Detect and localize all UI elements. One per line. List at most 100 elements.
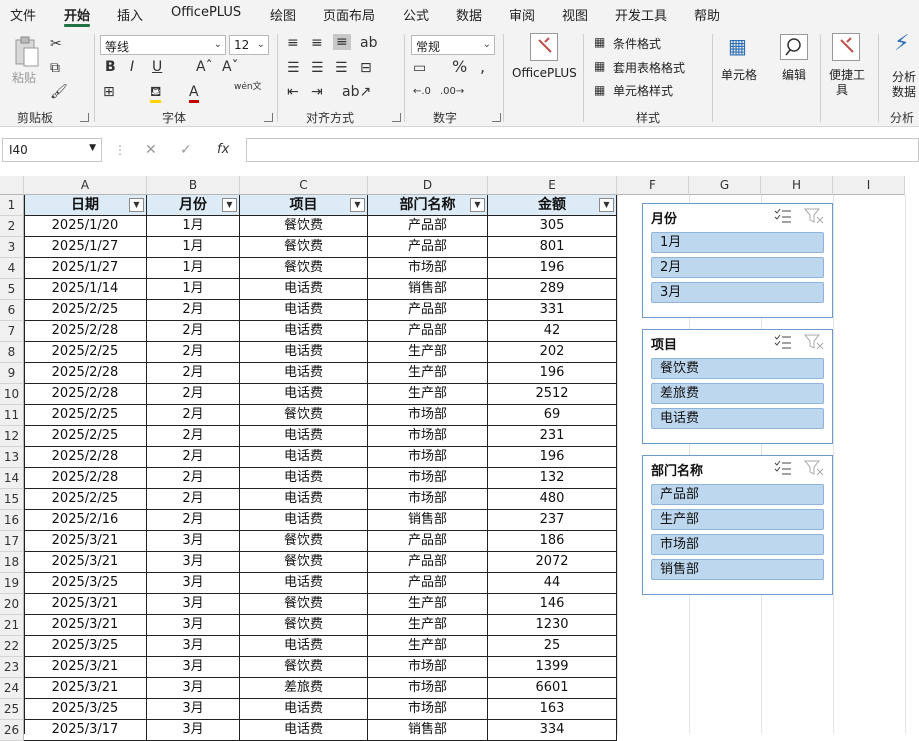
- font-color-icon[interactable]: A: [189, 84, 199, 103]
- table-cell[interactable]: 市场部: [368, 405, 488, 426]
- table-cell[interactable]: 电话费: [240, 321, 368, 342]
- table-cell[interactable]: 1月: [147, 258, 240, 279]
- table-cell[interactable]: 市场部: [368, 489, 488, 510]
- table-cell[interactable]: 电话费: [240, 363, 368, 384]
- row-header[interactable]: 15: [0, 489, 24, 510]
- slicer[interactable]: 部门名称 产品部 生产部 市场部 销售部: [642, 455, 833, 595]
- table-cell[interactable]: 生产部: [368, 594, 488, 615]
- table-header-cell[interactable]: 金额 ▼: [488, 195, 617, 216]
- row-header[interactable]: 25: [0, 699, 24, 720]
- select-all-corner[interactable]: [0, 176, 24, 195]
- cut-icon[interactable]: ✂: [50, 36, 62, 52]
- table-cell[interactable]: 305: [488, 216, 617, 237]
- slicer[interactable]: 项目 餐饮费 差旅费 电话费: [642, 329, 833, 444]
- paste-label[interactable]: 粘贴: [12, 69, 36, 86]
- format-table-label[interactable]: 套用表格格式: [613, 59, 685, 76]
- menu-review[interactable]: 审阅: [509, 5, 535, 24]
- number-launcher-icon[interactable]: [492, 113, 501, 122]
- align-right-icon[interactable]: ☰: [335, 60, 348, 76]
- row-header[interactable]: 26: [0, 720, 24, 741]
- filter-dropdown-icon[interactable]: ▼: [470, 198, 485, 212]
- table-cell[interactable]: 2025/3/21: [24, 615, 147, 636]
- row-header[interactable]: 1: [0, 195, 24, 216]
- increase-decimal-icon[interactable]: ←.0: [413, 84, 431, 100]
- table-cell[interactable]: 2025/3/21: [24, 657, 147, 678]
- table-cell[interactable]: 2月: [147, 426, 240, 447]
- table-cell[interactable]: 3月: [147, 699, 240, 720]
- table-cell[interactable]: 132: [488, 468, 617, 489]
- formula-input[interactable]: [246, 138, 919, 162]
- conditional-format-label[interactable]: 条件格式: [613, 35, 661, 52]
- table-cell[interactable]: 2025/3/21: [24, 531, 147, 552]
- menu-draw[interactable]: 绘图: [270, 5, 296, 24]
- table-cell[interactable]: 69: [488, 405, 617, 426]
- table-cell[interactable]: 146: [488, 594, 617, 615]
- slicer-item[interactable]: 市场部: [651, 534, 824, 555]
- row-header[interactable]: 3: [0, 237, 24, 258]
- bold-icon[interactable]: B: [105, 59, 116, 75]
- slicer[interactable]: 月份 1月 2月 3月: [642, 203, 833, 318]
- quick-tool-icon[interactable]: [832, 33, 860, 61]
- more-icon[interactable]: ⋮: [114, 142, 126, 158]
- table-cell[interactable]: 2025/2/28: [24, 468, 147, 489]
- align-top-icon[interactable]: ≡: [287, 35, 299, 51]
- table-cell[interactable]: 2025/1/27: [24, 258, 147, 279]
- table-cell[interactable]: 2025/3/17: [24, 720, 147, 741]
- table-cell[interactable]: 2月: [147, 468, 240, 489]
- slicer-item[interactable]: 差旅费: [651, 383, 824, 404]
- table-cell[interactable]: 289: [488, 279, 617, 300]
- table-cell[interactable]: 电话费: [240, 510, 368, 531]
- menu-help[interactable]: 帮助: [694, 5, 720, 24]
- row-header[interactable]: 10: [0, 384, 24, 405]
- row-header[interactable]: 20: [0, 594, 24, 615]
- table-header-cell[interactable]: 日期 ▼: [24, 195, 147, 216]
- table-cell[interactable]: 电话费: [240, 489, 368, 510]
- table-cell[interactable]: 2025/2/28: [24, 363, 147, 384]
- underline-icon[interactable]: U: [152, 59, 162, 75]
- table-cell[interactable]: 1月: [147, 279, 240, 300]
- table-cell[interactable]: 2025/3/21: [24, 678, 147, 699]
- menu-developer[interactable]: 开发工具: [615, 5, 667, 24]
- number-format-select[interactable]: 常规 ⌄: [411, 35, 495, 55]
- cells-icon[interactable]: ▦: [728, 36, 747, 56]
- table-cell[interactable]: 生产部: [368, 615, 488, 636]
- column-header[interactable]: C: [240, 176, 368, 195]
- table-cell[interactable]: 1月: [147, 237, 240, 258]
- format-table-icon[interactable]: ▦: [594, 58, 605, 74]
- increase-font-icon[interactable]: Aˆ: [196, 59, 213, 75]
- italic-icon[interactable]: I: [130, 59, 134, 75]
- enter-icon[interactable]: ✓: [180, 142, 192, 158]
- analyze-data-label-2[interactable]: 数据: [892, 83, 916, 100]
- table-cell[interactable]: 餐饮费: [240, 615, 368, 636]
- table-cell[interactable]: 2025/2/28: [24, 447, 147, 468]
- table-cell[interactable]: 生产部: [368, 636, 488, 657]
- table-cell[interactable]: 44: [488, 573, 617, 594]
- name-box[interactable]: I40 ▼: [2, 138, 102, 162]
- table-cell[interactable]: 2025/2/25: [24, 342, 147, 363]
- table-cell[interactable]: 3月: [147, 552, 240, 573]
- editing-label[interactable]: 编辑: [782, 66, 806, 83]
- table-cell[interactable]: 2月: [147, 300, 240, 321]
- table-cell[interactable]: 电话费: [240, 636, 368, 657]
- table-cell[interactable]: 3月: [147, 615, 240, 636]
- table-cell[interactable]: 销售部: [368, 510, 488, 531]
- row-header[interactable]: 8: [0, 342, 24, 363]
- slicer-item[interactable]: 3月: [651, 282, 824, 303]
- accounting-format-icon[interactable]: ▭: [413, 60, 426, 76]
- table-cell[interactable]: 2025/2/28: [24, 321, 147, 342]
- table-cell[interactable]: 电话费: [240, 384, 368, 405]
- function-icon[interactable]: fx: [217, 142, 229, 158]
- column-header[interactable]: D: [368, 176, 488, 195]
- table-cell[interactable]: 2025/3/25: [24, 699, 147, 720]
- orientation-icon[interactable]: ab↗: [342, 84, 371, 100]
- table-cell[interactable]: 市场部: [368, 657, 488, 678]
- font-size-select[interactable]: 12 ⌄: [229, 35, 269, 55]
- slicer-item[interactable]: 产品部: [651, 484, 824, 505]
- table-cell[interactable]: 6601: [488, 678, 617, 699]
- table-cell[interactable]: 196: [488, 447, 617, 468]
- row-header[interactable]: 7: [0, 321, 24, 342]
- table-cell[interactable]: 电话费: [240, 720, 368, 741]
- table-cell[interactable]: 电话费: [240, 279, 368, 300]
- row-header[interactable]: 19: [0, 573, 24, 594]
- table-cell[interactable]: 25: [488, 636, 617, 657]
